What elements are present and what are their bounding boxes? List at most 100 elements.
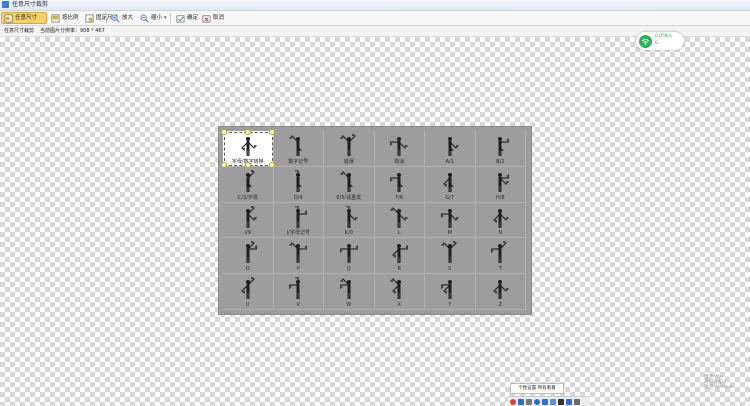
semaphore-figure-icon xyxy=(245,205,257,228)
semaphore-figure-icon xyxy=(447,137,459,156)
network-speed-widget[interactable]: 0.05K/s 0 xyxy=(636,32,684,50)
semaphore-figure-icon xyxy=(390,206,409,228)
activation-watermark: 激活 Win 转到设置以 激活 Windows xyxy=(704,375,735,390)
semaphore-cell: W xyxy=(324,274,375,310)
free-size-label: 任意尺寸 xyxy=(15,15,38,21)
semaphore-figure-icon xyxy=(440,208,459,228)
semaphore-cell: 取消 xyxy=(374,131,425,167)
semaphore-label: X xyxy=(397,301,401,308)
semaphore-cell: 字母/数字转换 xyxy=(221,129,275,168)
semaphore-cell: K/0 xyxy=(324,202,375,239)
semaphore-label: G/7 xyxy=(445,194,455,201)
semaphore-figure-icon xyxy=(498,172,510,192)
semaphore-figure-icon xyxy=(289,277,301,300)
semaphore-label: Q xyxy=(346,266,351,273)
confirm-button[interactable]: 确定 xyxy=(174,12,200,24)
zoom-out-icon xyxy=(140,14,149,22)
semaphore-label: D/4 xyxy=(293,194,303,201)
semaphore-figure-icon xyxy=(493,280,510,300)
semaphore-cell: U xyxy=(223,274,274,310)
crop-mode-text: 任意尺寸裁剪 xyxy=(4,28,35,34)
semaphore-label: E/5/请重发 xyxy=(336,194,362,201)
emoji-icon[interactable] xyxy=(534,398,540,405)
toolbox-icon[interactable] xyxy=(566,398,572,405)
punctuation-icon[interactable] xyxy=(526,398,532,405)
semaphore-cell: O xyxy=(223,238,274,275)
semaphore-label: V xyxy=(296,301,300,308)
semaphore-cell: J/字母记号 xyxy=(273,202,324,239)
zoom-out-label: 缩小 xyxy=(150,15,162,21)
upload-speed: 0.05K/s xyxy=(655,34,672,39)
semaphore-figure-icon xyxy=(345,205,358,228)
semaphore-figure-icon xyxy=(491,241,508,264)
semaphore-cell: P xyxy=(273,238,324,275)
semaphore-figure-icon xyxy=(493,208,510,228)
semaphore-figure-icon xyxy=(498,137,510,156)
semaphore-label: O xyxy=(245,266,250,273)
semaphore-cell: A/1 xyxy=(425,131,476,167)
wifi-icon xyxy=(639,35,652,48)
ratio-label: 按比例 xyxy=(62,15,79,21)
zoom-dropdown-arrow-icon[interactable]: ▾ xyxy=(164,12,167,24)
toolbar-separator xyxy=(106,13,107,23)
semaphore-cell: B/2 xyxy=(475,131,526,167)
sogou-icon[interactable] xyxy=(510,398,516,405)
semaphore-label: J/字母记号 xyxy=(286,230,310,237)
semaphore-figure-icon xyxy=(339,278,351,300)
semaphore-cell: R xyxy=(374,238,425,275)
semaphore-cell: N xyxy=(475,202,526,239)
semaphore-figure-icon xyxy=(339,171,353,192)
ratio-button[interactable]: 按比例 xyxy=(49,12,83,24)
window-title: 任意尺寸裁剪 xyxy=(12,1,49,8)
crop-resize-handle[interactable] xyxy=(221,129,227,135)
crop-resize-handle[interactable] xyxy=(244,129,251,135)
chinese-input-icon[interactable] xyxy=(518,398,524,405)
semaphore-figure-icon xyxy=(390,278,402,300)
semaphore-figure-icon xyxy=(440,241,457,264)
semaphore-label: W xyxy=(346,301,352,308)
system-tray xyxy=(508,396,590,406)
semaphore-cell: 错误 xyxy=(324,131,375,167)
cancel-button[interactable]: 取消 xyxy=(200,12,226,24)
semaphore-cell: X xyxy=(374,274,425,310)
semaphore-label: A/1 xyxy=(445,158,454,165)
microphone-icon[interactable] xyxy=(542,398,548,405)
semaphore-cell: M xyxy=(425,202,476,239)
semaphore-figure-icon xyxy=(245,169,255,192)
semaphore-cell: S xyxy=(425,238,476,275)
crop-icon xyxy=(4,14,13,22)
clothing-icon[interactable] xyxy=(558,398,564,405)
semaphore-label: I/9 xyxy=(244,230,251,237)
fixed-size-icon xyxy=(85,14,94,22)
semaphore-image[interactable]: 字母/数字转换数字记号 错误 取消 A/1 B/2 C/3/字母 D/4 E/5/请重发 F/6… xyxy=(218,126,532,315)
zoom-out-button[interactable]: 缩小 xyxy=(138,12,164,24)
semaphore-label: R xyxy=(397,266,401,273)
semaphore-figure-icon xyxy=(442,172,454,192)
semaphore-label: U xyxy=(245,301,250,308)
semaphore-figure-icon xyxy=(294,169,303,192)
semaphore-cell: Y xyxy=(425,274,476,310)
semaphore-figure-icon xyxy=(440,280,452,300)
semaphore-cell: H/8 xyxy=(475,166,526,203)
tray-popup[interactable]: 个性设置 所有看看 xyxy=(510,383,564,394)
semaphore-label: 数字记号 xyxy=(288,158,309,165)
semaphore-figure-icon xyxy=(339,244,358,264)
download-speed: 0 xyxy=(655,41,658,46)
watermark-line: 激活 Windows xyxy=(704,385,735,390)
resolution-text: 当前图片分辨率：908 * 467 xyxy=(40,28,105,34)
keyboard-icon[interactable] xyxy=(550,398,556,405)
zoom-in-button[interactable]: 放大 xyxy=(109,12,135,24)
semaphore-grid: 字母/数字转换数字记号 错误 取消 A/1 B/2 C/3/字母 D/4 E/5/请重发 F/6… xyxy=(221,129,526,310)
app-icon xyxy=(2,1,9,8)
semaphore-cell: Z xyxy=(475,274,526,310)
semaphore-label: K/0 xyxy=(344,230,353,237)
semaphore-cell: I/9 xyxy=(223,202,274,239)
semaphore-label: T xyxy=(498,266,502,273)
semaphore-label: 取消 xyxy=(394,158,405,165)
semaphore-label: L xyxy=(397,230,401,237)
toolbar-separator xyxy=(170,13,171,23)
free-size-button[interactable]: 任意尺寸 xyxy=(1,12,47,24)
semaphore-label: 错误 xyxy=(343,158,354,165)
semaphore-label: S xyxy=(448,266,452,273)
settings-icon[interactable] xyxy=(574,398,580,405)
